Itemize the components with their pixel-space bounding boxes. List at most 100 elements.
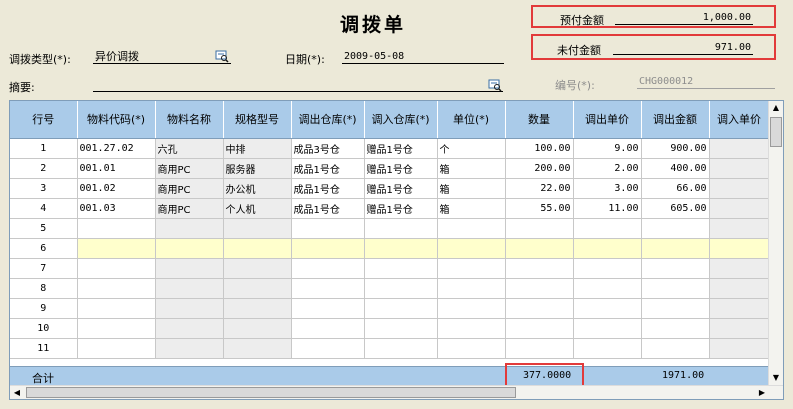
col-header[interactable]: 数量	[505, 101, 574, 139]
cell-code[interactable]: 001.27.02	[77, 138, 156, 159]
cell-out-price[interactable]: 3.00	[573, 178, 642, 199]
cell-out-warehouse[interactable]: 成品3号仓	[291, 138, 365, 159]
cell-qty[interactable]	[505, 238, 574, 259]
cell-in-warehouse[interactable]: 赠品1号仓	[364, 198, 438, 219]
cell-unit[interactable]	[437, 298, 506, 319]
cell-out-warehouse[interactable]	[291, 218, 365, 239]
table-row[interactable]: 4 001.03 商用PC 个人机 成品1号仓 赠品1号仓 箱 55.00 11…	[10, 198, 770, 219]
cell-qty[interactable]	[505, 218, 574, 239]
cell-code[interactable]	[77, 238, 156, 259]
cell-code[interactable]	[77, 318, 156, 339]
cell-out-amount[interactable]	[641, 218, 710, 239]
cell-in-warehouse[interactable]	[364, 338, 438, 359]
col-header[interactable]: 调入仓库(*)	[364, 101, 438, 139]
cell-qty[interactable]	[505, 318, 574, 339]
table-row[interactable]: 11	[10, 338, 770, 359]
cell-qty[interactable]	[505, 298, 574, 319]
cell-unit[interactable]	[437, 258, 506, 279]
cell-out-price[interactable]: 9.00	[573, 138, 642, 159]
cell-in-warehouse[interactable]	[364, 218, 438, 239]
col-header[interactable]: 行号	[10, 101, 78, 139]
cell-out-warehouse[interactable]: 成品1号仓	[291, 198, 365, 219]
cell-unit[interactable]	[437, 338, 506, 359]
cell-code[interactable]: 001.03	[77, 198, 156, 219]
cell-unit[interactable]: 个	[437, 138, 506, 159]
cell-unit[interactable]: 箱	[437, 158, 506, 179]
cell-in-warehouse[interactable]	[364, 318, 438, 339]
date-field[interactable]: 2009-05-08	[342, 49, 504, 64]
cell-in-warehouse[interactable]	[364, 298, 438, 319]
table-row[interactable]: 3 001.02 商用PC 办公机 成品1号仓 赠品1号仓 箱 22.00 3.…	[10, 178, 770, 199]
transfer-type-lookup-icon[interactable]	[215, 50, 229, 63]
horizontal-scrollbar[interactable]: ◀ ▶	[10, 385, 783, 399]
cell-out-amount[interactable]: 66.00	[641, 178, 710, 199]
table-row-selected[interactable]: 6	[10, 238, 770, 259]
table-row[interactable]: 9	[10, 298, 770, 319]
cell-code[interactable]	[77, 338, 156, 359]
cell-qty[interactable]	[505, 258, 574, 279]
col-header[interactable]: 单位(*)	[437, 101, 506, 139]
cell-in-warehouse[interactable]: 赠品1号仓	[364, 178, 438, 199]
cell-out-warehouse[interactable]	[291, 298, 365, 319]
scroll-up-icon[interactable]: ▲	[769, 101, 783, 115]
cell-out-price[interactable]: 11.00	[573, 198, 642, 219]
cell-out-warehouse[interactable]	[291, 318, 365, 339]
cell-unit[interactable]: 箱	[437, 198, 506, 219]
cell-out-price[interactable]	[573, 338, 642, 359]
cell-out-price[interactable]	[573, 318, 642, 339]
cell-out-warehouse[interactable]	[291, 338, 365, 359]
col-header[interactable]: 规格型号	[223, 101, 292, 139]
cell-out-warehouse[interactable]	[291, 238, 365, 259]
col-header[interactable]: 调入单价	[709, 101, 770, 139]
col-header[interactable]: 物料代码(*)	[77, 101, 156, 139]
table-row[interactable]: 5	[10, 218, 770, 239]
horizontal-scroll-thumb[interactable]	[26, 387, 516, 398]
prepaid-value[interactable]: 1,000.00	[615, 11, 753, 25]
cell-unit[interactable]	[437, 318, 506, 339]
cell-code[interactable]: 001.02	[77, 178, 156, 199]
cell-out-warehouse[interactable]	[291, 258, 365, 279]
cell-in-warehouse[interactable]	[364, 258, 438, 279]
cell-out-amount[interactable]	[641, 238, 710, 259]
cell-out-amount[interactable]	[641, 338, 710, 359]
cell-out-amount[interactable]	[641, 278, 710, 299]
cell-in-warehouse[interactable]: 赠品1号仓	[364, 158, 438, 179]
col-header[interactable]: 调出金额	[641, 101, 710, 139]
cell-in-warehouse[interactable]: 赠品1号仓	[364, 138, 438, 159]
cell-qty[interactable]	[505, 278, 574, 299]
cell-out-warehouse[interactable]: 成品1号仓	[291, 178, 365, 199]
table-row[interactable]: 1 001.27.02 六孔 中排 成品3号仓 赠品1号仓 个 100.00 9…	[10, 138, 770, 159]
table-row[interactable]: 8	[10, 278, 770, 299]
cell-code[interactable]: 001.01	[77, 158, 156, 179]
cell-unit[interactable]	[437, 218, 506, 239]
cell-in-warehouse[interactable]	[364, 238, 438, 259]
cell-out-price[interactable]	[573, 218, 642, 239]
col-header[interactable]: 物料名称	[155, 101, 224, 139]
summary-lookup-icon[interactable]	[488, 79, 502, 92]
cell-unit[interactable]	[437, 278, 506, 299]
cell-out-amount[interactable]: 400.00	[641, 158, 710, 179]
cell-code[interactable]	[77, 298, 156, 319]
cell-out-amount[interactable]	[641, 258, 710, 279]
cell-out-amount[interactable]	[641, 298, 710, 319]
cell-out-amount[interactable]: 605.00	[641, 198, 710, 219]
scroll-down-icon[interactable]: ▼	[769, 371, 783, 385]
transfer-type-field[interactable]: 异价调拨	[93, 49, 231, 64]
cell-qty[interactable]: 55.00	[505, 198, 574, 219]
table-row[interactable]: 2 001.01 商用PC 服务器 成品1号仓 赠品1号仓 箱 200.00 2…	[10, 158, 770, 179]
cell-qty[interactable]: 200.00	[505, 158, 574, 179]
table-row[interactable]: 7	[10, 258, 770, 279]
cell-qty[interactable]: 22.00	[505, 178, 574, 199]
cell-unit[interactable]: 箱	[437, 178, 506, 199]
cell-out-price[interactable]	[573, 258, 642, 279]
cell-out-price[interactable]: 2.00	[573, 158, 642, 179]
cell-qty[interactable]: 100.00	[505, 138, 574, 159]
cell-out-amount[interactable]	[641, 318, 710, 339]
col-header[interactable]: 调出单价	[573, 101, 642, 139]
cell-out-price[interactable]	[573, 298, 642, 319]
cell-out-warehouse[interactable]	[291, 278, 365, 299]
scroll-right-icon[interactable]: ▶	[755, 386, 769, 399]
cell-unit[interactable]	[437, 238, 506, 259]
cell-out-warehouse[interactable]: 成品1号仓	[291, 158, 365, 179]
vertical-scroll-thumb[interactable]	[770, 117, 782, 147]
